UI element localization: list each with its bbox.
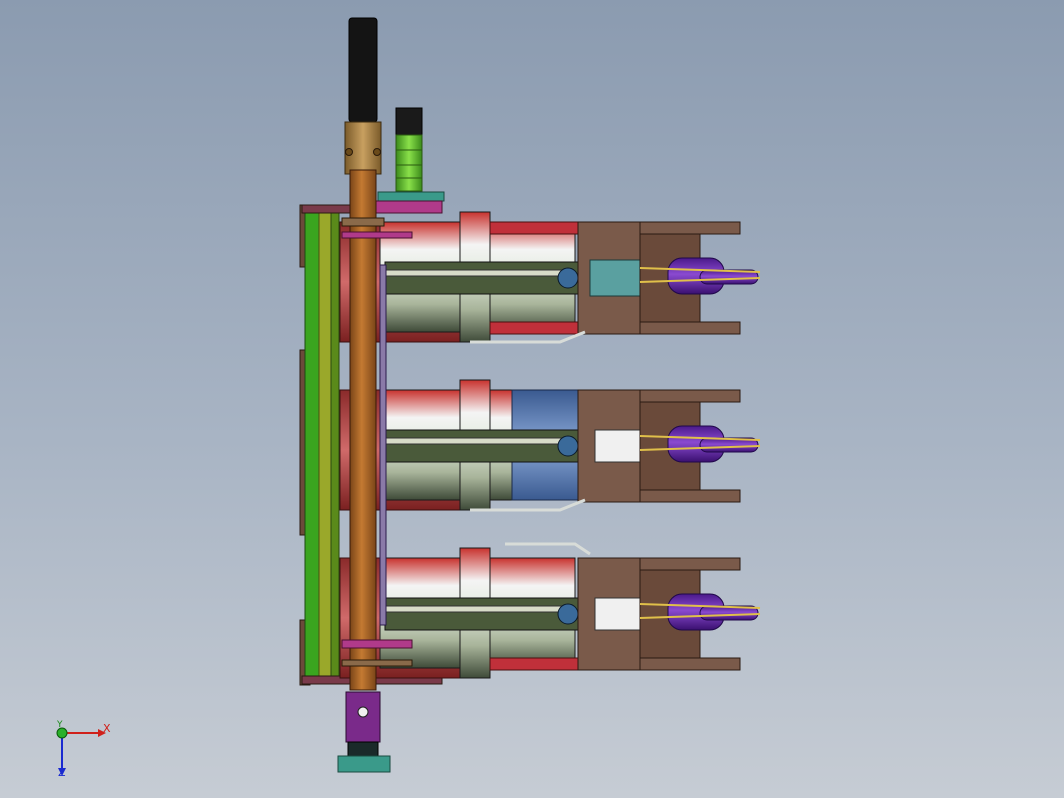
magenta-plate bbox=[367, 200, 443, 214]
axis-x-label: X bbox=[103, 722, 111, 735]
shaft-collar bbox=[344, 121, 382, 175]
knob-cap bbox=[395, 107, 423, 139]
switch-units bbox=[339, 211, 761, 679]
axis-y-label: Y bbox=[57, 720, 63, 730]
bracket-bottom bbox=[639, 489, 741, 503]
black-handle bbox=[348, 17, 378, 123]
contact-bar bbox=[384, 605, 566, 613]
contact-bar bbox=[384, 269, 566, 277]
inner-green-plate bbox=[330, 211, 340, 679]
collar-pin-right bbox=[373, 148, 381, 156]
pivot-bearing bbox=[557, 267, 579, 289]
contact-arm bbox=[384, 261, 581, 295]
axis-z-label: Z bbox=[58, 766, 66, 779]
white-insert bbox=[594, 597, 641, 631]
green-knob bbox=[395, 134, 423, 192]
bracket-bottom bbox=[639, 657, 741, 671]
contact-arm bbox=[384, 429, 581, 463]
red-band-bottom bbox=[489, 657, 581, 671]
switch-assembly-model[interactable] bbox=[0, 0, 1064, 798]
teal-plate bbox=[377, 191, 445, 202]
shaft-clamp-bottom bbox=[341, 659, 413, 667]
olive-plate bbox=[318, 211, 332, 679]
shaft-clamp-top bbox=[341, 217, 385, 227]
contact-arm bbox=[384, 597, 581, 631]
pivot-bearing bbox=[557, 603, 579, 625]
bracket-top bbox=[639, 221, 741, 235]
bracket-bottom bbox=[639, 321, 741, 335]
switch-unit-3 bbox=[339, 542, 761, 679]
shaft-clip-bottom bbox=[341, 639, 413, 649]
lead-wire-upper bbox=[505, 542, 591, 556]
axis-triad bbox=[56, 727, 106, 776]
bracket-top bbox=[639, 557, 741, 571]
coupling-hole bbox=[357, 706, 369, 718]
red-band-top bbox=[489, 221, 581, 235]
hex-nut bbox=[337, 755, 391, 773]
shaft-clip-top bbox=[341, 231, 413, 239]
shaft bbox=[349, 169, 377, 691]
red-band-bottom bbox=[489, 321, 581, 335]
switch-unit-2 bbox=[339, 379, 761, 512]
link-rod bbox=[379, 264, 387, 626]
green-plate bbox=[304, 211, 320, 679]
contact-bar bbox=[384, 437, 566, 445]
collar-pin-left bbox=[345, 148, 353, 156]
cad-viewport[interactable]: X Z Y bbox=[0, 0, 1064, 798]
white-insert bbox=[594, 429, 641, 463]
bracket-top bbox=[639, 389, 741, 403]
pivot-bearing bbox=[557, 435, 579, 457]
